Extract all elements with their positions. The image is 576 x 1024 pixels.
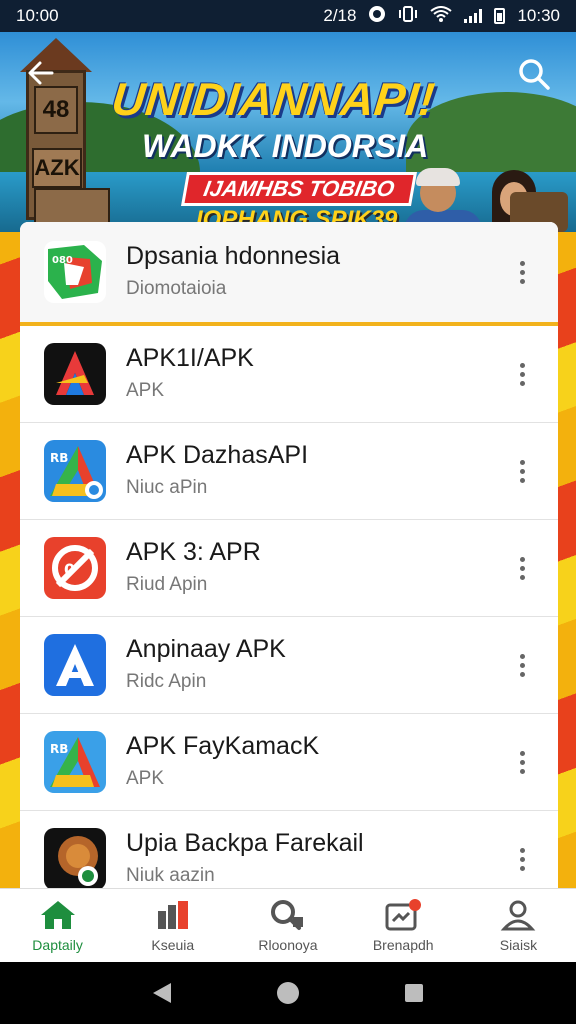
nav-item-home[interactable]: Daptaily (0, 889, 115, 962)
list-item-subtitle: Niuc aPin (126, 477, 208, 498)
search-apps-icon (271, 899, 303, 930)
food-logo-icon (44, 828, 106, 888)
list-item[interactable]: RB APK DazhasAPI Niuc aPin (20, 423, 558, 520)
list-item-title: APK1I/APK (126, 344, 254, 372)
nav-label: Kseuia (151, 936, 195, 953)
system-navigation-bar (0, 962, 576, 1024)
promo-banner[interactable]: 48 AZK UNIDIANNAPI! WADKK INDORSIA IJAMH… (0, 32, 576, 232)
app-list-card: 080 Dpsania hdonnesia Diomotaioia APK1I/… (20, 222, 558, 888)
list-header-title: Dpsania hdonnesia (126, 242, 341, 270)
banner-red-ribbon: IJAMHBS TOBIBO (181, 172, 417, 206)
chart-bars-icon (157, 900, 188, 929)
nav-item-charts[interactable]: Kseuia (115, 889, 230, 962)
list-item[interactable]: 0 APK 3: APR Riud Apin (20, 520, 558, 617)
list-item-subtitle: Riud Apin (126, 574, 208, 595)
list-item[interactable]: Anpinaay APK Ridc Apin (20, 617, 558, 714)
nav-label: Brenapdh (372, 936, 434, 953)
battery-icon (494, 8, 506, 24)
banner-title: UNIDIANNAPI! (109, 73, 438, 125)
list-item-subtitle: Niuk aazin (126, 865, 215, 886)
list-header-row[interactable]: 080 Dpsania hdonnesia Diomotaioia (20, 222, 558, 326)
list-item[interactable]: Upia Backpa Farekail Niuk aazin (20, 811, 558, 888)
more-options-icon[interactable] (510, 645, 534, 685)
list-item-subtitle: Ridc Apin (126, 671, 207, 692)
tower-sign-mid: AZK (32, 148, 82, 188)
list-item-title: APK 3: APR (126, 538, 261, 566)
nav-item-profile[interactable]: Siaisk (461, 889, 576, 962)
search-icon (519, 59, 550, 90)
more-options-icon[interactable] (510, 252, 534, 292)
list-item-title: APK FayKamacK (126, 732, 320, 760)
svg-text:RB: RB (50, 742, 68, 756)
notification-count: 2/18 (323, 6, 357, 25)
arrow-left-icon (28, 61, 54, 85)
system-back-icon[interactable] (153, 983, 171, 1003)
svg-text:080: 080 (52, 255, 73, 266)
status-time: 10:00 (16, 6, 59, 25)
nav-item-search[interactable]: Rloonoya (230, 889, 345, 962)
status-icons: 2/18 10:30 (323, 5, 560, 28)
list-header-subtitle: Diomotaioia (126, 278, 227, 299)
tower-sign-base (34, 188, 110, 224)
svg-text:0: 0 (64, 560, 75, 579)
more-options-icon[interactable] (510, 548, 534, 588)
status-clock-right: 10:30 (517, 6, 560, 25)
home-icon (40, 900, 75, 929)
more-options-icon[interactable] (510, 354, 534, 394)
blue-green-a-logo-icon: RB (44, 440, 106, 502)
system-home-icon[interactable] (277, 982, 299, 1004)
banner-subtitle: WADKK INDORSIA (142, 128, 429, 164)
list-item-title: Upia Backpa Farekail (126, 829, 364, 857)
inbox-badge-icon (385, 898, 422, 930)
more-options-icon[interactable] (510, 839, 534, 879)
list-item-subtitle: APK (126, 380, 165, 401)
signal-icon (464, 9, 483, 23)
search-button[interactable] (516, 56, 552, 92)
shield-icon (368, 5, 386, 28)
status-bar: 10:00 2/18 10:30 (0, 0, 576, 32)
list-item-title: Anpinaay APK (126, 635, 286, 663)
tower-sign-top: 48 (34, 86, 78, 134)
svg-text:RB: RB (50, 451, 68, 465)
list-item[interactable]: RB APK FayKamacK APK (20, 714, 558, 811)
system-recents-icon[interactable] (405, 984, 423, 1002)
blue-green-a-logo-icon-2: RB (44, 731, 106, 793)
black-a-logo-icon (44, 343, 106, 405)
red-slash-logo-icon: 0 (44, 537, 106, 599)
back-button[interactable] (26, 58, 60, 92)
nav-label: Siaisk (499, 936, 538, 953)
blue-a-logo-icon (44, 634, 106, 696)
nav-label: Daptaily (32, 936, 83, 953)
more-options-icon[interactable] (510, 451, 534, 491)
list-item[interactable]: APK1I/APK APK (20, 326, 558, 423)
person-icon (501, 900, 536, 930)
list-item-subtitle: APK (126, 768, 165, 789)
play-store-like-icon: 080 (44, 241, 106, 303)
list-item-title: APK DazhasAPI (126, 441, 309, 469)
bottom-navigation: Daptaily Kseuia Rloonoya Brenapdh Siaisk (0, 888, 576, 962)
nav-label: Rloonoya (258, 936, 318, 953)
vibrate-icon (398, 5, 418, 27)
wifi-icon (430, 5, 453, 27)
nav-item-inbox[interactable]: Brenapdh (346, 889, 461, 962)
more-options-icon[interactable] (510, 742, 534, 782)
